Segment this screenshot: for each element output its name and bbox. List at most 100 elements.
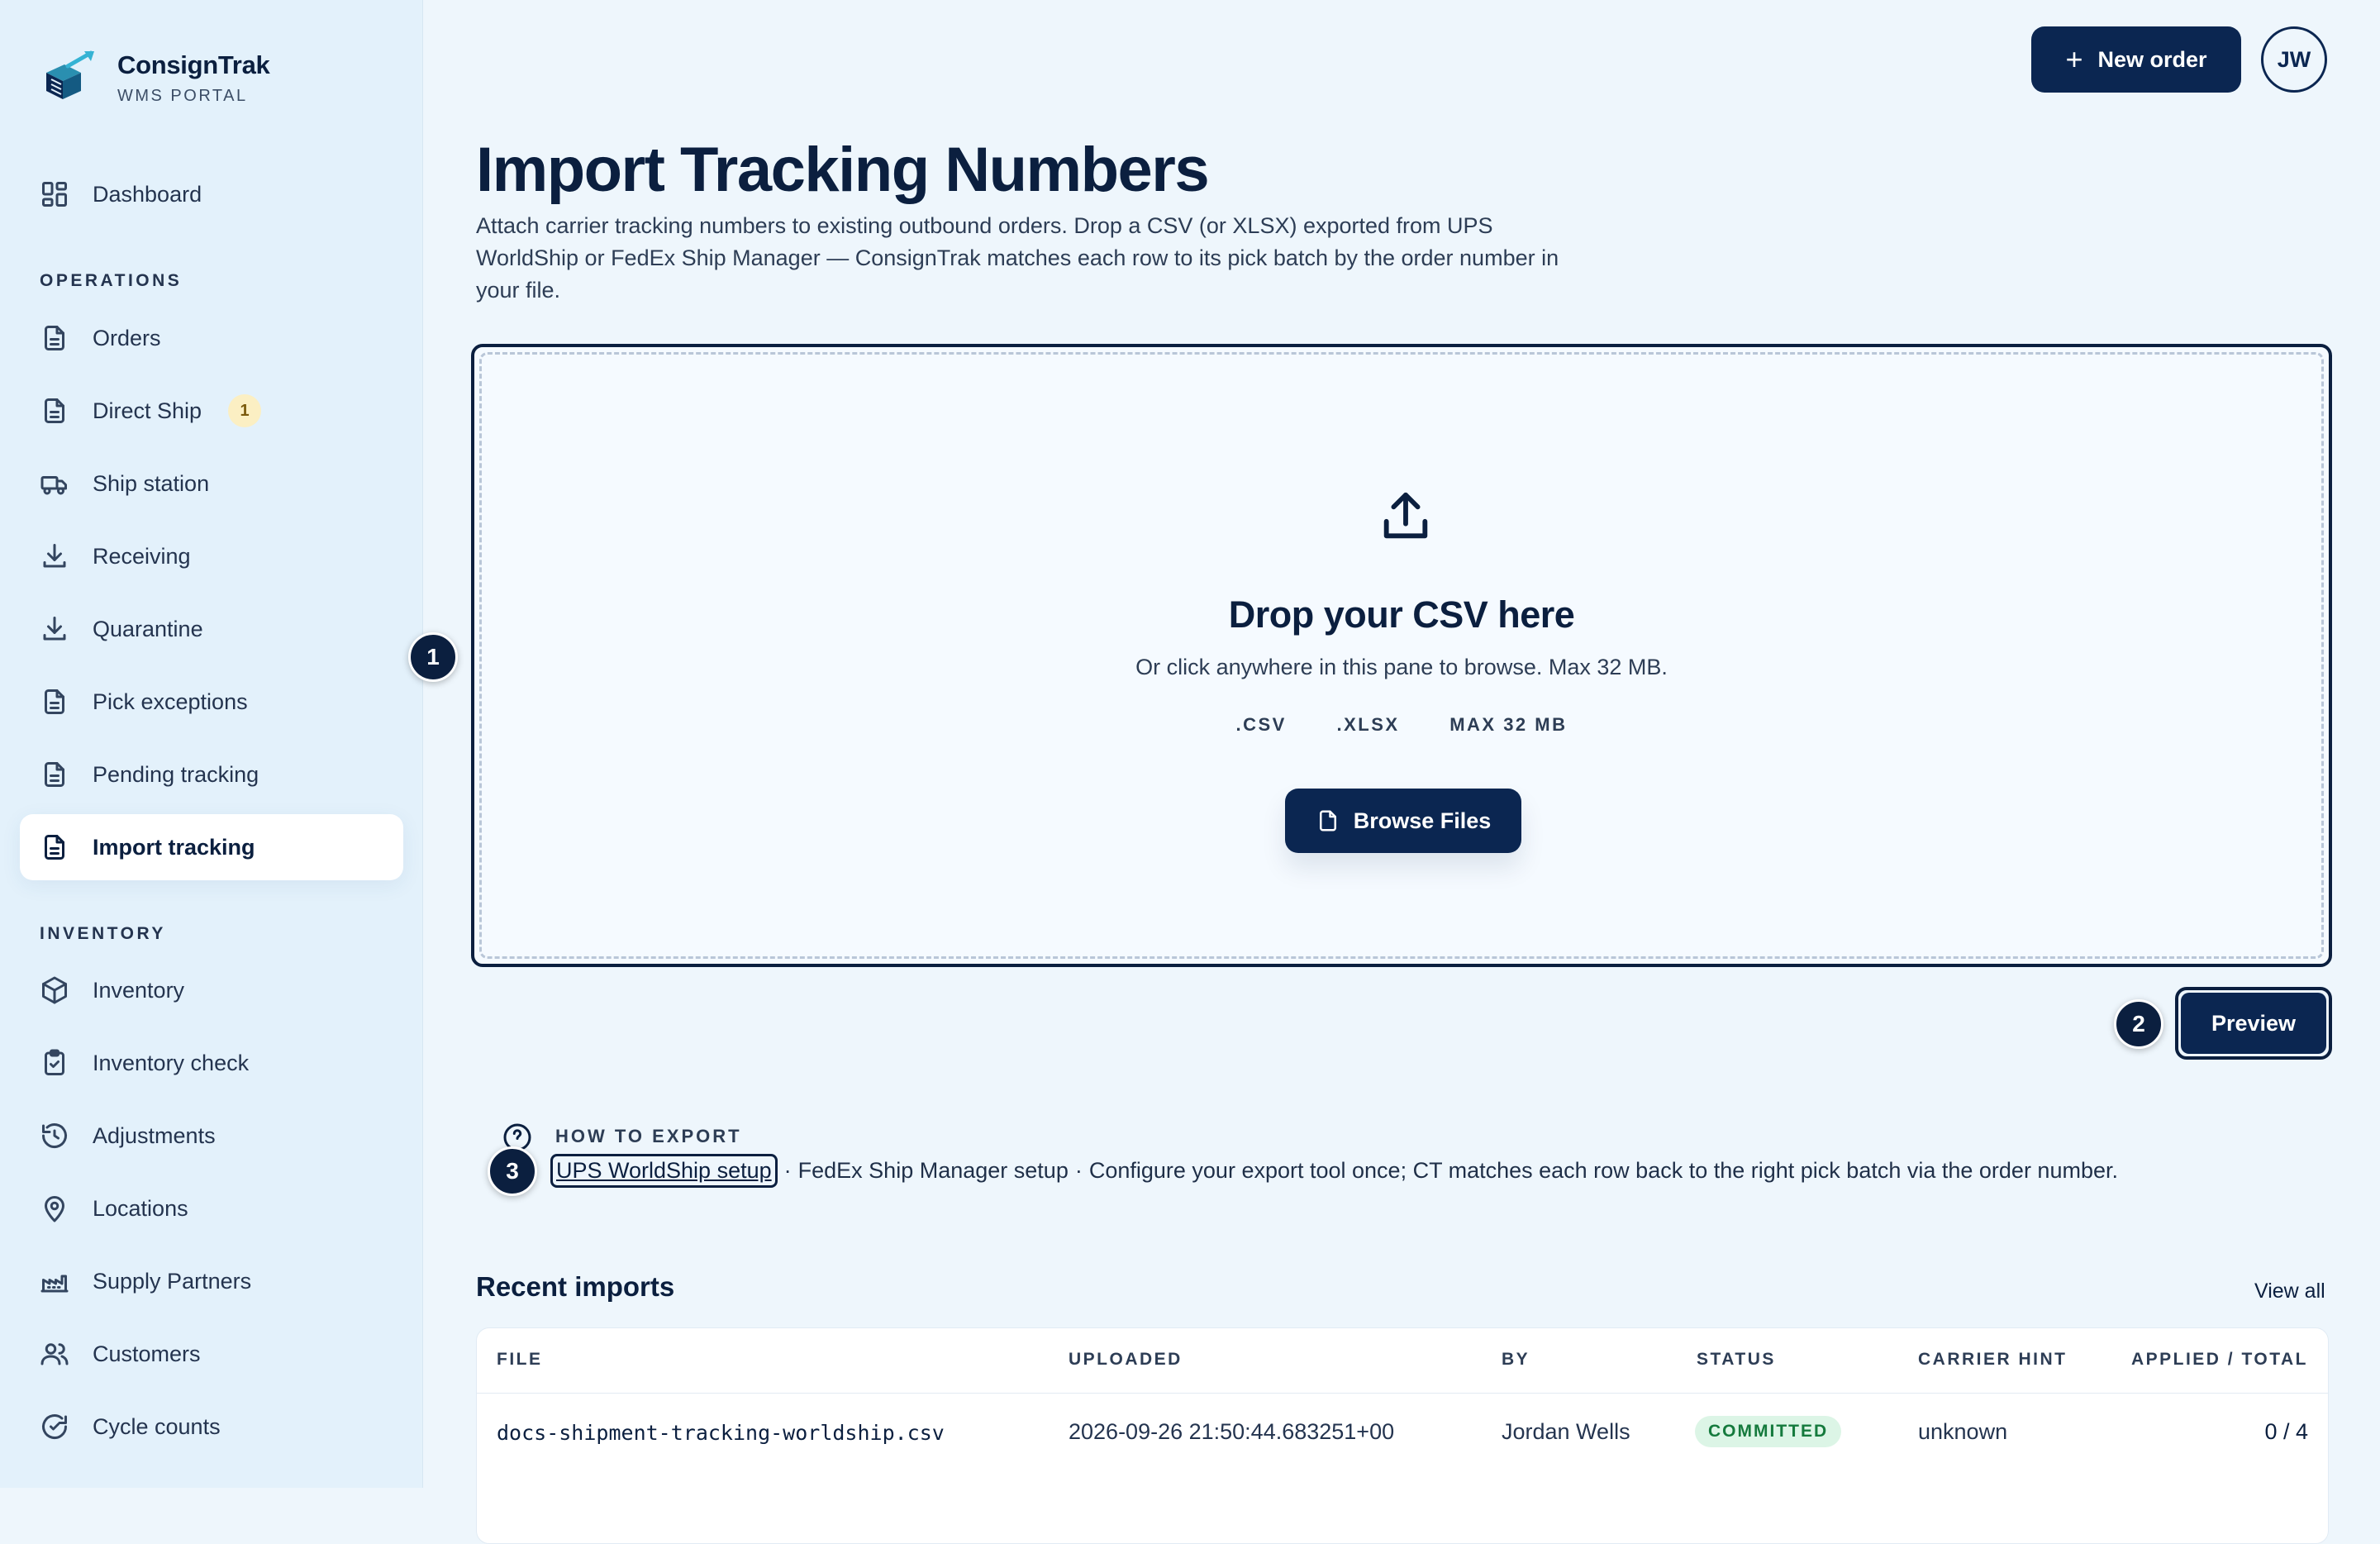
how-to-export-label: HOW TO EXPORT <box>555 1126 742 1146</box>
sidebar-item-inventory-check[interactable]: Inventory check <box>20 1030 403 1096</box>
map-pin-icon <box>45 1196 64 1222</box>
factory-icon <box>40 1275 69 1293</box>
separator: · <box>783 1158 792 1183</box>
step-marker-3: 3 <box>488 1146 537 1196</box>
sidebar-item-label: Direct Ship <box>93 398 202 423</box>
sidebar-item-label: Pick exceptions <box>93 689 248 714</box>
cell-by: Jordan Wells <box>1502 1419 1630 1444</box>
users-icon <box>40 1343 69 1365</box>
file-icon <box>1319 810 1336 832</box>
upload-icon <box>1383 492 1428 539</box>
document-icon <box>45 398 64 423</box>
brand-subtitle: WMS PORTAL <box>117 86 248 105</box>
sidebar-item-supply-partners[interactable]: Supply Partners <box>20 1248 403 1314</box>
avatar[interactable]: JW <box>2261 26 2327 93</box>
refresh-check-icon <box>42 1414 67 1440</box>
sidebar-item-label: Cycle counts <box>93 1413 221 1439</box>
sidebar-item-direct-ship[interactable]: Direct Ship 1 <box>20 378 403 444</box>
plus-icon: + <box>2065 42 2083 76</box>
column-header-carrier-hint[interactable]: CARRIER HINT <box>1918 1350 2068 1370</box>
table-divider <box>477 1393 2328 1394</box>
sidebar-item-locations[interactable]: Locations <box>20 1175 403 1241</box>
browse-files-button[interactable]: Browse Files <box>1285 789 1521 853</box>
separator: · <box>1074 1158 1083 1183</box>
column-header-applied-total[interactable]: APPLIED / TOTAL <box>2131 1350 2308 1370</box>
count-badge: 1 <box>228 394 262 427</box>
section-inventory: INVENTORY <box>40 924 166 943</box>
cell-applied-total: 0 / 4 <box>2264 1419 2308 1444</box>
column-header-uploaded[interactable]: UPLOADED <box>1069 1350 1183 1370</box>
document-icon <box>45 835 64 860</box>
sidebar-item-import-tracking[interactable]: Import tracking <box>20 814 403 880</box>
dropzone-title: Drop your CSV here <box>1228 593 1575 636</box>
sidebar-item-ship-station[interactable]: Ship station <box>20 450 403 517</box>
step-marker-2: 2 <box>2114 999 2163 1049</box>
sidebar-item-label: Customers <box>93 1341 201 1366</box>
new-order-label: New order <box>2097 46 2207 72</box>
dropzone[interactable]: Drop your CSV here Or click anywhere in … <box>471 344 2332 967</box>
download-icon <box>43 544 66 568</box>
sidebar-item-quarantine[interactable]: Quarantine <box>20 596 403 662</box>
recent-imports-title: Recent imports <box>476 1271 675 1302</box>
format-list: .CSV .XLSX MAX 32 MB <box>474 714 2329 736</box>
sidebar-item-label: Dashboard <box>93 181 202 207</box>
sidebar-item-label: Quarantine <box>93 616 203 641</box>
sidebar-item-dashboard[interactable]: Dashboard <box>20 161 403 227</box>
truck-icon <box>40 476 67 495</box>
view-all-link[interactable]: View all <box>2254 1280 2325 1303</box>
sidebar-item-cycle-counts[interactable]: Cycle counts <box>20 1394 403 1460</box>
sidebar-item-label: Inventory check <box>93 1050 250 1075</box>
document-icon <box>45 689 64 714</box>
status-badge: COMMITTED <box>1695 1416 1842 1447</box>
sidebar-item-receiving[interactable]: Receiving <box>20 523 403 589</box>
sidebar-item-label: Import tracking <box>93 834 255 860</box>
preview-button[interactable]: Preview <box>2181 993 2326 1054</box>
sidebar-item-inventory[interactable]: Inventory <box>20 957 403 1023</box>
document-icon <box>45 326 64 350</box>
page-description: Attach carrier tracking numbers to exist… <box>476 213 1559 303</box>
sidebar-item-label: Ship station <box>93 470 210 496</box>
dropzone-hint: Or click anywhere in this pane to browse… <box>1135 655 1668 679</box>
sidebar-item-orders[interactable]: Orders <box>20 305 403 371</box>
format-xlsx: .XLSX <box>1336 714 1400 735</box>
cell-carrier-hint: unknown <box>1918 1419 2008 1444</box>
format-max-size: MAX 32 MB <box>1449 714 1568 735</box>
download-icon <box>43 617 66 641</box>
sidebar-item-customers[interactable]: Customers <box>20 1321 403 1387</box>
column-header-file[interactable]: FILE <box>497 1350 543 1370</box>
box-icon <box>42 976 67 1004</box>
column-header-status[interactable]: STATUS <box>1697 1350 1776 1370</box>
browse-files-label: Browse Files <box>1353 808 1492 833</box>
sidebar-item-label: Pending tracking <box>93 761 259 787</box>
sidebar-item-pick-exceptions[interactable]: Pick exceptions <box>20 669 403 735</box>
sidebar-item-label: Locations <box>93 1195 188 1221</box>
history-icon <box>42 1123 67 1149</box>
column-header-by[interactable]: BY <box>1502 1350 1530 1370</box>
sidebar-item-adjustments[interactable]: Adjustments <box>20 1103 403 1169</box>
document-icon <box>45 762 64 787</box>
new-order-button[interactable]: + New order <box>2031 26 2241 93</box>
brand-name: ConsignTrak <box>117 50 270 79</box>
logo-icon <box>46 50 94 99</box>
sidebar-item-label: Receiving <box>93 543 191 569</box>
clipboard-check-icon <box>45 1049 64 1075</box>
preview-button-focus-ring: Preview <box>2175 987 2332 1060</box>
fedex-ship-manager-setup-link[interactable]: FedEx Ship Manager setup <box>798 1158 1069 1184</box>
sidebar-item-label: Inventory <box>93 977 185 1003</box>
brand[interactable]: ConsignTrak WMS PORTAL <box>40 48 270 107</box>
cell-file[interactable]: docs-shipment-tracking-worldship.csv <box>497 1421 945 1445</box>
ups-worldship-setup-link[interactable]: UPS WorldShip setup <box>550 1154 778 1188</box>
format-csv: .CSV <box>1235 714 1287 735</box>
step-marker-1: 1 <box>408 632 458 682</box>
sidebar-item-label: Supply Partners <box>93 1268 252 1294</box>
sidebar-item-label: Adjustments <box>93 1122 216 1148</box>
page-title: Import Tracking Numbers <box>476 135 1210 205</box>
how-to-export-text: Configure your export tool once; CT matc… <box>1088 1158 2118 1183</box>
section-operations: OPERATIONS <box>40 271 183 290</box>
cell-uploaded: 2026-09-26 21:50:44.683251+00 <box>1069 1419 1395 1444</box>
sidebar: ConsignTrak WMS PORTAL Dashboard OPERATI… <box>0 0 423 1488</box>
how-to-export-line: UPS WorldShip setup · FedEx Ship Manager… <box>550 1154 2118 1188</box>
recent-imports-table: FILE UPLOADED BY STATUS CARRIER HINT APP… <box>476 1327 2329 1544</box>
sidebar-item-pending-tracking[interactable]: Pending tracking <box>20 741 403 808</box>
sidebar-item-label: Orders <box>93 325 161 350</box>
